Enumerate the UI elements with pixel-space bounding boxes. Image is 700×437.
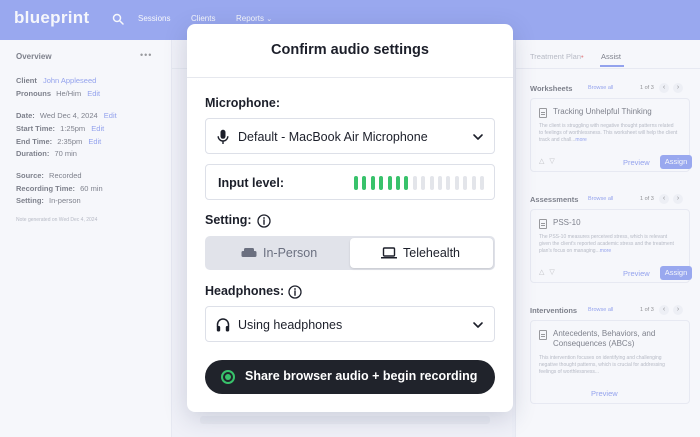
microphone-value: Default - MacBook Air Microphone bbox=[238, 130, 428, 144]
setting-toggle: In-Person Telehealth bbox=[205, 236, 495, 270]
level-bar bbox=[362, 176, 367, 190]
level-bar bbox=[471, 176, 476, 190]
info-icon[interactable] bbox=[257, 214, 271, 228]
info-icon[interactable] bbox=[288, 285, 302, 299]
setting-label: Setting: bbox=[205, 213, 252, 227]
level-bar bbox=[412, 176, 417, 190]
dialog-title-divider bbox=[187, 77, 513, 78]
level-bar bbox=[396, 176, 400, 190]
level-bar bbox=[421, 176, 426, 190]
dialog-title: Confirm audio settings bbox=[271, 42, 429, 58]
level-bar bbox=[379, 176, 384, 190]
headphones-value: Using headphones bbox=[238, 318, 343, 332]
record-icon bbox=[221, 370, 235, 384]
level-bar bbox=[387, 176, 392, 190]
begin-recording-button[interactable]: Share browser audio + begin recording bbox=[205, 360, 495, 394]
begin-recording-label: Share browser audio + begin recording bbox=[245, 369, 478, 383]
telehealth-label: Telehealth bbox=[403, 246, 460, 260]
headphones-select[interactable]: Using headphones bbox=[205, 306, 495, 342]
microphone-label: Microphone: bbox=[205, 96, 280, 110]
level-bar bbox=[463, 176, 468, 190]
input-level-field: Input level: bbox=[205, 164, 495, 200]
input-level-meter bbox=[354, 176, 489, 190]
level-bar bbox=[404, 176, 409, 190]
level-bar bbox=[438, 176, 442, 190]
level-bar bbox=[454, 176, 459, 190]
level-bar bbox=[480, 176, 484, 190]
microphone-icon bbox=[217, 129, 229, 144]
chevron-down-icon bbox=[473, 322, 483, 328]
microphone-select[interactable]: Default - MacBook Air Microphone bbox=[205, 118, 495, 154]
audio-settings-dialog: Confirm audio settings Microphone: Defau… bbox=[187, 24, 513, 412]
headphones-icon bbox=[216, 318, 230, 332]
couch-icon bbox=[241, 248, 257, 257]
level-bar bbox=[354, 176, 358, 190]
level-bar bbox=[446, 176, 451, 190]
in-person-option[interactable]: In-Person bbox=[207, 238, 350, 268]
chevron-down-icon bbox=[473, 134, 483, 140]
input-level-label: Input level: bbox=[218, 176, 284, 190]
level-bar bbox=[429, 176, 434, 190]
headphones-label: Headphones: bbox=[205, 284, 285, 298]
level-bar bbox=[370, 176, 375, 190]
telehealth-option[interactable]: Telehealth bbox=[350, 238, 493, 268]
laptop-icon bbox=[381, 247, 397, 259]
in-person-label: In-Person bbox=[263, 246, 318, 260]
